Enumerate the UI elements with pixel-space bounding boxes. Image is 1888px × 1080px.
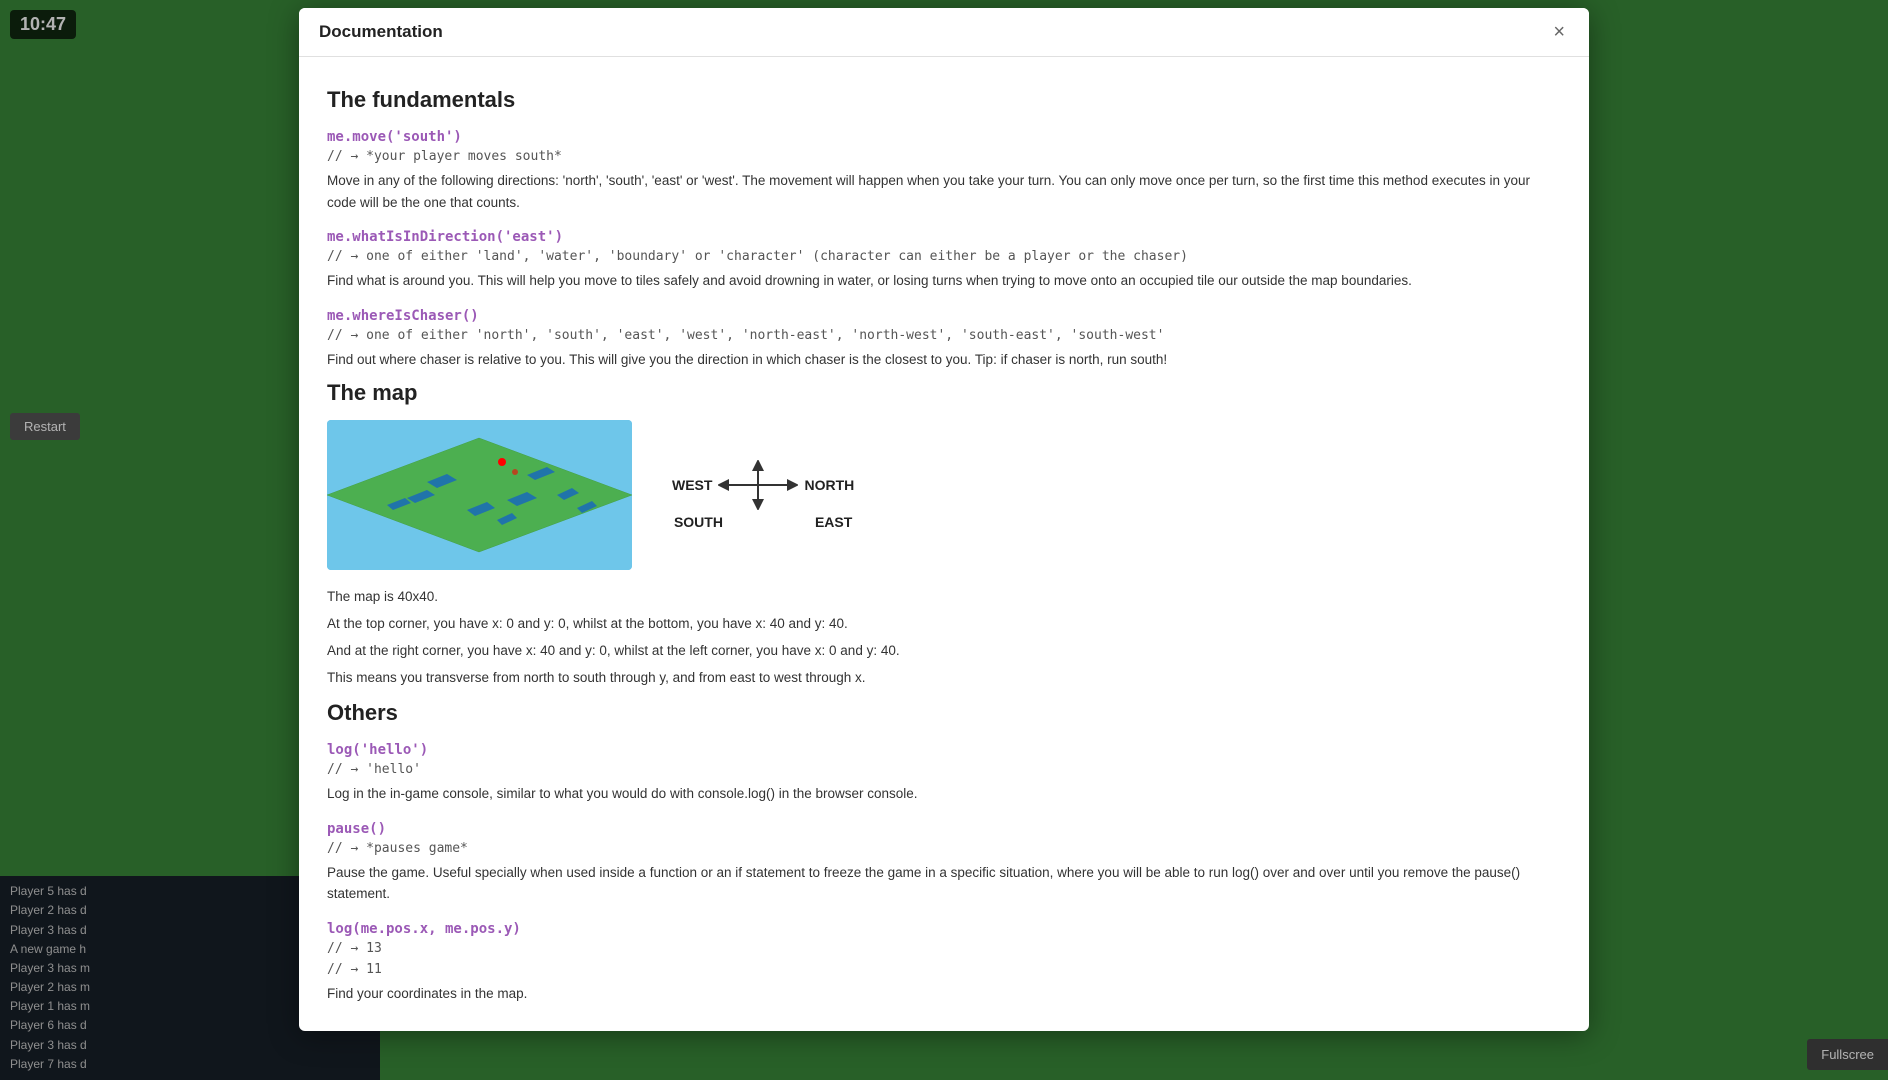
method-log-desc: Log in the in-game console, similar to w… — [327, 783, 1561, 805]
method-pause: pause() — [327, 821, 1561, 837]
method-log: log('hello') — [327, 742, 1561, 758]
west-label: WEST — [672, 477, 712, 493]
map-desc-1: The map is 40x40. — [327, 586, 1561, 609]
modal-overlay: Documentation × The fundamentals me.move… — [0, 0, 1888, 1080]
dir-row-top: WEST — [672, 460, 854, 510]
method-chaser-comment: // → one of either 'north', 'south', 'ea… — [327, 328, 1561, 343]
method-chaser: me.whereIsChaser() — [327, 308, 1561, 324]
method-pos-comment-1: // → 13 — [327, 941, 1561, 956]
method-pause-comment: // → *pauses game* — [327, 841, 1561, 856]
method-direction-desc: Find what is around you. This will help … — [327, 270, 1561, 292]
south-label: SOUTH — [674, 514, 723, 530]
method-direction-comment: // → one of either 'land', 'water', 'bou… — [327, 249, 1561, 264]
map-desc-4: This means you transverse from north to … — [327, 667, 1561, 690]
direction-diagram: WEST — [672, 460, 854, 530]
method-log-comment: // → 'hello' — [327, 762, 1561, 777]
method-direction: me.whatIsInDirection('east') — [327, 229, 1561, 245]
dir-row-bottom: SOUTH EAST — [674, 514, 852, 530]
others-section: Others log('hello') // → 'hello' Log in … — [327, 700, 1561, 1004]
method-pos-desc: Find your coordinates in the map. — [327, 983, 1561, 1005]
method-pos: log(me.pos.x, me.pos.y) — [327, 921, 1561, 937]
method-pause-desc: Pause the game. Useful specially when us… — [327, 862, 1561, 905]
method-move-desc: Move in any of the following directions:… — [327, 170, 1561, 213]
modal-title: Documentation — [319, 22, 443, 42]
map-heading: The map — [327, 380, 1561, 406]
method-chaser-desc: Find out where chaser is relative to you… — [327, 349, 1561, 371]
modal-header: Documentation × — [299, 8, 1589, 57]
modal-body[interactable]: The fundamentals me.move('south') // → *… — [299, 57, 1589, 1031]
map-desc-3: And at the right corner, you have x: 40 … — [327, 640, 1561, 663]
method-move-comment: // → *your player moves south* — [327, 149, 1561, 164]
others-heading: Others — [327, 700, 1561, 726]
map-desc-2: At the top corner, you have x: 0 and y: … — [327, 613, 1561, 636]
modal-close-button[interactable]: × — [1549, 22, 1569, 42]
map-image — [327, 420, 632, 570]
method-pos-comment-2: // → 11 — [327, 962, 1561, 977]
map-visual-section: WEST — [327, 420, 1561, 570]
method-move: me.move('south') — [327, 129, 1561, 145]
documentation-modal: Documentation × The fundamentals me.move… — [299, 8, 1589, 1031]
north-label: NORTH — [804, 477, 854, 493]
fundamentals-heading: The fundamentals — [327, 87, 1561, 113]
east-label: EAST — [815, 514, 852, 530]
